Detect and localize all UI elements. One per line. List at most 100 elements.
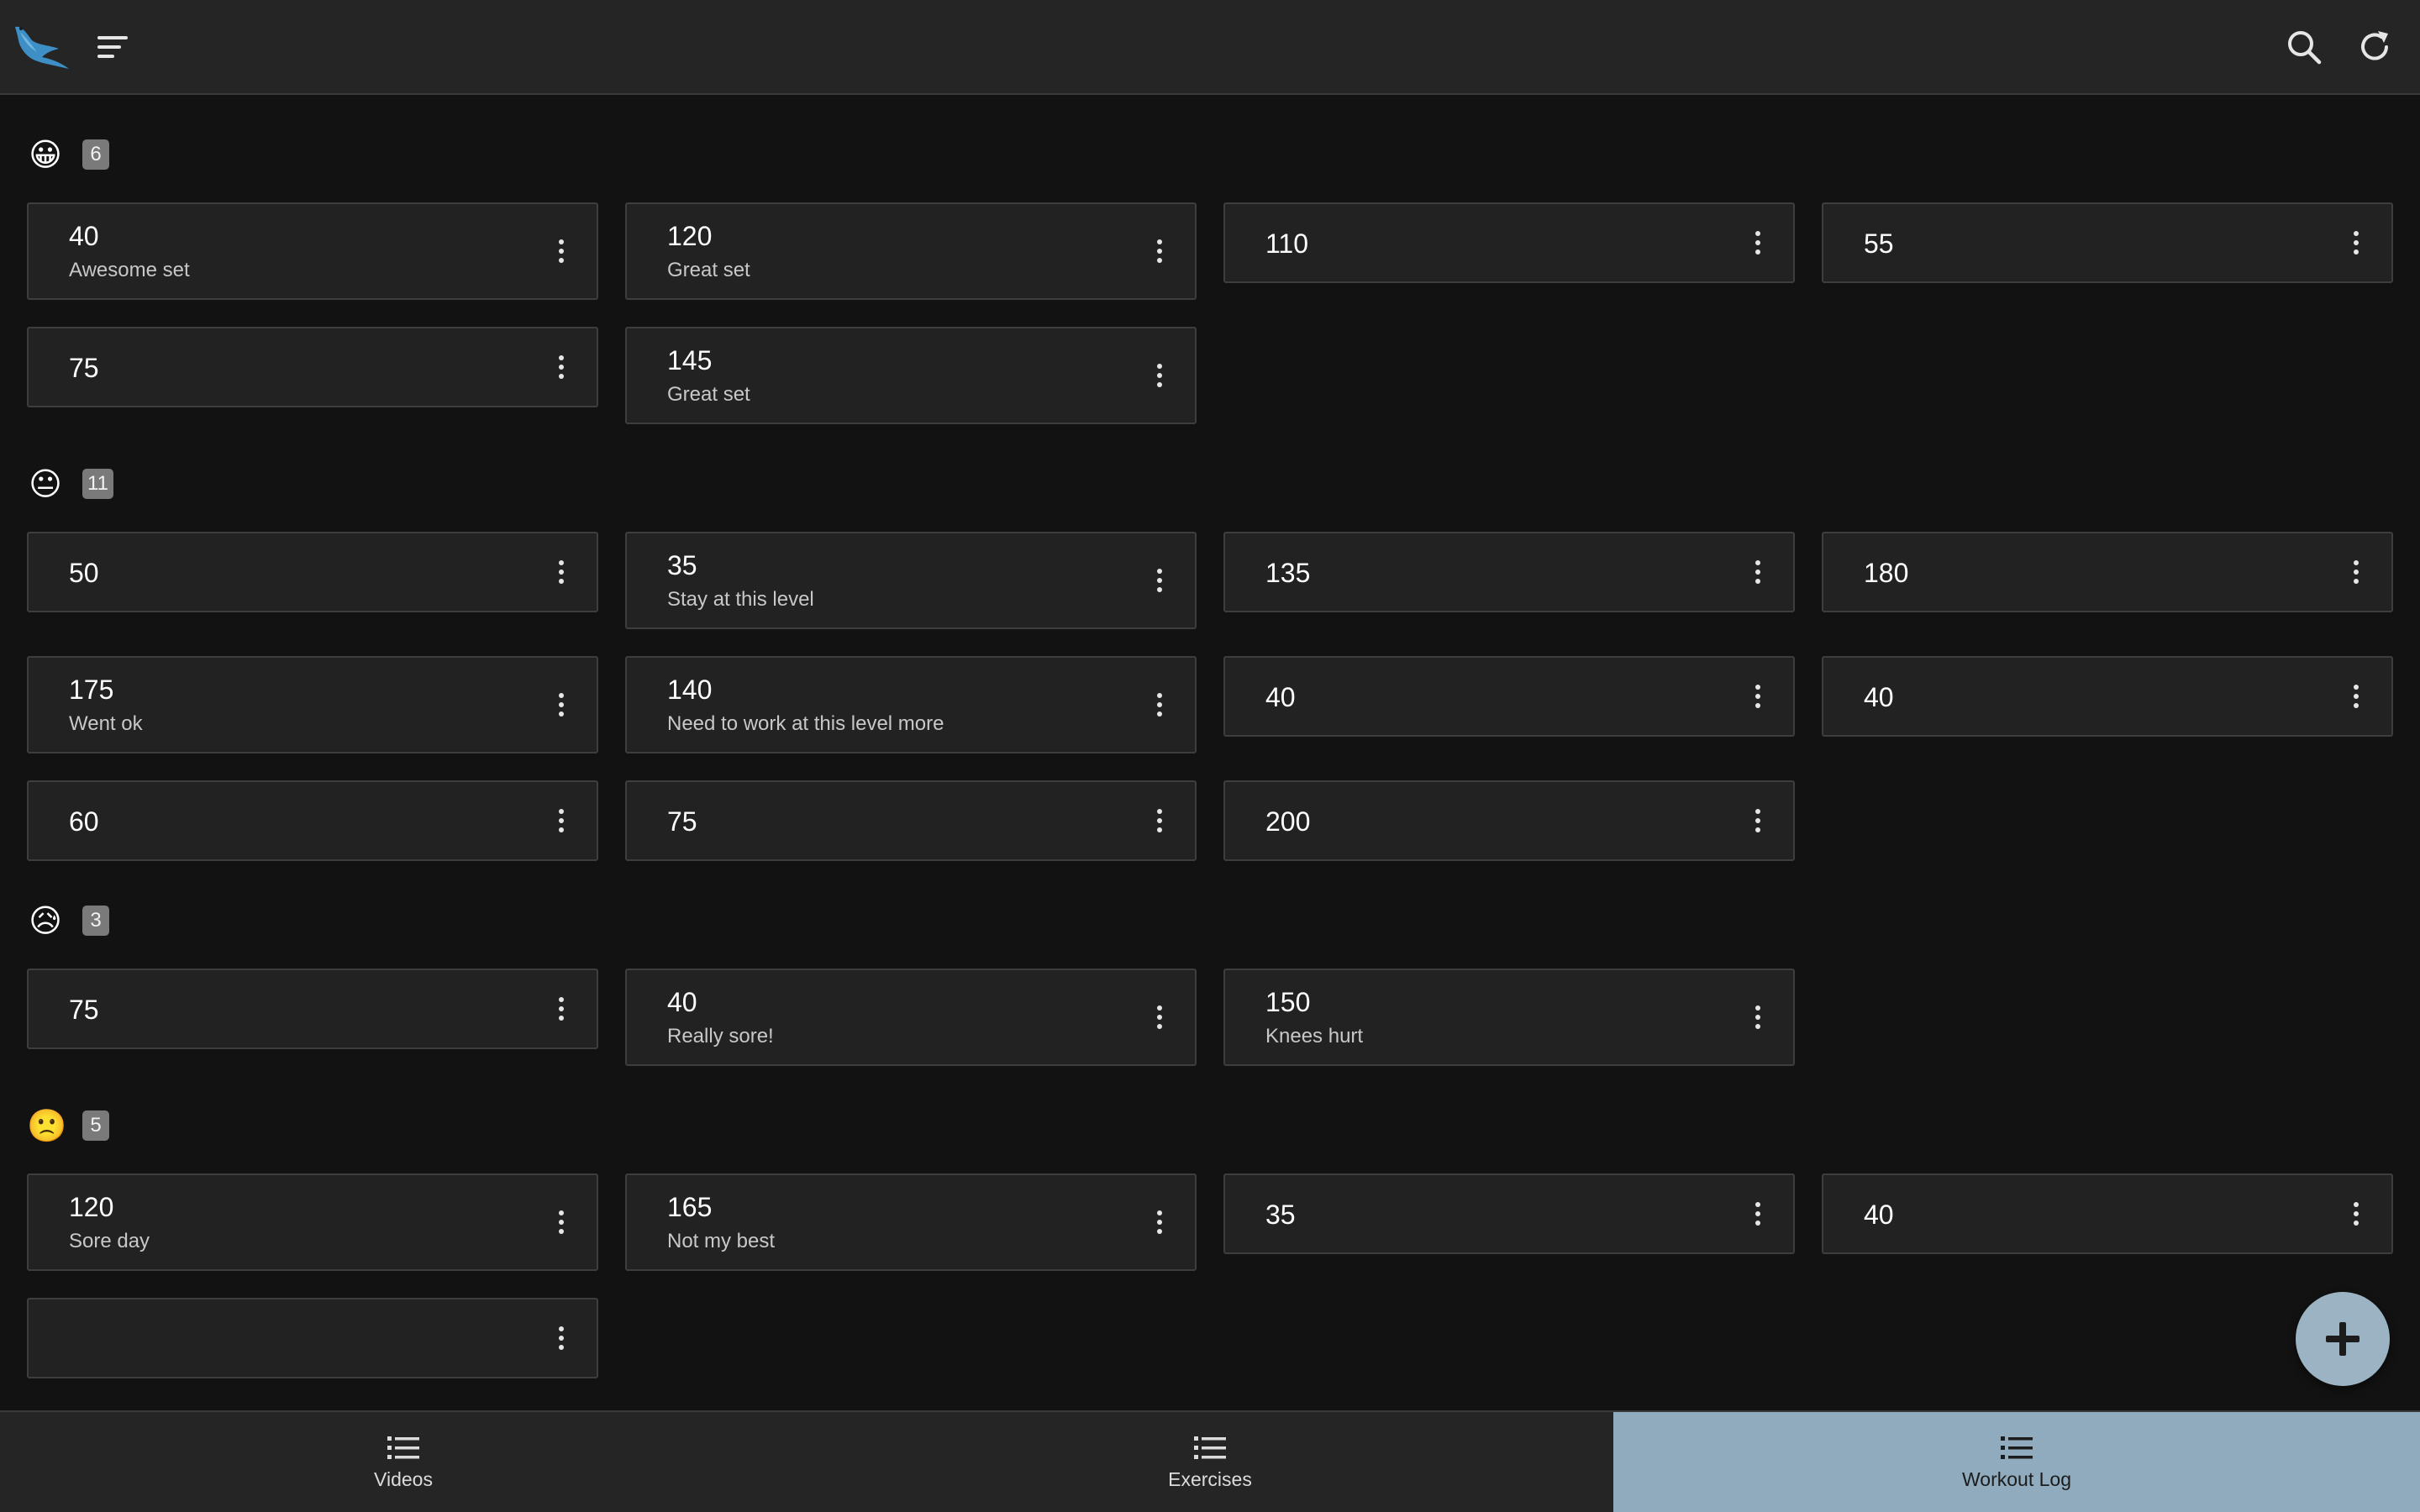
more-vert-icon[interactable]	[1150, 688, 1170, 722]
log-entry-card[interactable]: 75	[27, 327, 598, 407]
nav-workout-log[interactable]: Workout Log	[1613, 1412, 2420, 1512]
entry-value: 40	[1864, 682, 1894, 712]
more-vert-icon[interactable]	[2346, 680, 2366, 713]
entry-note: Great set	[667, 383, 750, 406]
neutral-face-icon: 😐	[29, 465, 62, 502]
more-vert-icon[interactable]	[551, 804, 571, 837]
log-entry-card[interactable]: 110	[1223, 202, 1795, 283]
log-entry-card[interactable]: 75	[625, 780, 1197, 861]
search-button[interactable]	[2282, 25, 2326, 69]
more-vert-icon[interactable]	[1748, 1197, 1768, 1231]
log-entry-card[interactable]: 120 Sore day	[27, 1173, 598, 1271]
log-entry-card[interactable]: 40	[1223, 656, 1795, 737]
entry-value: 120	[69, 1192, 114, 1222]
log-entry-card[interactable]: 150 Knees hurt	[1223, 969, 1795, 1066]
log-entry-card[interactable]: 40 Really sore!	[625, 969, 1197, 1066]
entry-value: 135	[1265, 558, 1311, 588]
count-badge: 6	[82, 139, 109, 170]
sad-relieved-face-icon: 😥	[29, 902, 62, 939]
log-entry-card[interactable]: 40	[1822, 656, 2393, 737]
entry-value: 40	[69, 221, 99, 251]
more-vert-icon[interactable]	[1748, 226, 1768, 260]
log-entry-card[interactable]: 75	[27, 969, 598, 1049]
count-badge: 11	[82, 469, 113, 499]
more-vert-icon[interactable]	[551, 992, 571, 1026]
entry-value: 50	[69, 558, 99, 588]
refresh-button[interactable]	[2353, 25, 2396, 69]
more-vert-icon[interactable]	[1748, 680, 1768, 713]
more-vert-icon[interactable]	[2346, 226, 2366, 260]
more-vert-icon[interactable]	[1150, 234, 1170, 268]
more-vert-icon[interactable]	[1150, 1000, 1170, 1034]
more-vert-icon[interactable]	[1748, 804, 1768, 837]
nav-label: Videos	[374, 1468, 433, 1490]
list-icon	[387, 1436, 419, 1459]
log-entry-card[interactable]: 165 Not my best	[625, 1173, 1197, 1271]
entry-value: 55	[1864, 228, 1894, 259]
grinning-face-icon: 😀	[29, 136, 62, 173]
list-icon	[2001, 1436, 2033, 1459]
more-vert-icon[interactable]	[1150, 359, 1170, 392]
count-badge: 5	[82, 1110, 109, 1141]
log-entry-card[interactable]: 55	[1822, 202, 2393, 283]
entry-value: 145	[667, 345, 713, 375]
more-vert-icon[interactable]	[1748, 1000, 1768, 1034]
more-vert-icon[interactable]	[1150, 804, 1170, 837]
frowning-face-icon: 🙁	[27, 1107, 67, 1144]
rating-group-header: 🙁 5	[27, 1105, 109, 1146]
log-entry-card[interactable]: 120 Great set	[625, 202, 1197, 300]
entry-value: 35	[667, 550, 697, 580]
log-entry-card[interactable]: 180	[1822, 532, 2393, 612]
more-vert-icon[interactable]	[1150, 1205, 1170, 1239]
more-vert-icon[interactable]	[2346, 555, 2366, 589]
entry-value: 140	[667, 675, 713, 705]
entry-note: Stay at this level	[667, 588, 814, 611]
entry-value: 110	[1265, 228, 1309, 259]
more-vert-icon[interactable]	[551, 234, 571, 268]
more-vert-icon[interactable]	[551, 555, 571, 589]
log-entry-card[interactable]: 50	[27, 532, 598, 612]
log-entry-card[interactable]: 175 Went ok	[27, 656, 598, 753]
nav-exercises[interactable]: Exercises	[807, 1412, 1613, 1512]
more-vert-icon[interactable]	[551, 1321, 571, 1355]
nav-label: Exercises	[1168, 1468, 1252, 1490]
menu-button[interactable]	[91, 25, 134, 69]
log-entry-card[interactable]: 145 Great set	[625, 327, 1197, 424]
top-app-bar	[0, 0, 2420, 95]
entry-value: 180	[1864, 558, 1909, 588]
bird-logo-icon	[13, 20, 71, 71]
more-vert-icon[interactable]	[2346, 1197, 2366, 1231]
log-entry-card[interactable]: 200	[1223, 780, 1795, 861]
log-entry-card[interactable]: 40	[1822, 1173, 2393, 1254]
entry-value: 75	[69, 353, 99, 383]
more-vert-icon[interactable]	[551, 350, 571, 384]
entry-value: 150	[1265, 987, 1311, 1017]
log-entry-card[interactable]: 60	[27, 780, 598, 861]
entry-value: 75	[667, 806, 697, 837]
more-vert-icon[interactable]	[1748, 555, 1768, 589]
entry-value: 40	[667, 987, 697, 1017]
entry-note: Went ok	[69, 712, 143, 735]
log-entry-card[interactable]: 35	[1223, 1173, 1795, 1254]
add-entry-button[interactable]	[2296, 1292, 2390, 1386]
log-entry-card[interactable]: 140 Need to work at this level more	[625, 656, 1197, 753]
more-vert-icon[interactable]	[551, 688, 571, 722]
plus-icon	[2326, 1322, 2360, 1356]
log-entry-card[interactable]: 35 Stay at this level	[625, 532, 1197, 629]
entry-value: 35	[1265, 1200, 1296, 1230]
entry-value: 75	[69, 995, 99, 1025]
entry-note: Sore day	[69, 1230, 150, 1252]
more-vert-icon[interactable]	[551, 1205, 571, 1239]
entry-value: 60	[69, 806, 99, 837]
rating-group-header: 😐 11	[27, 464, 113, 504]
nav-videos[interactable]: Videos	[0, 1412, 807, 1512]
more-vert-icon[interactable]	[1150, 564, 1170, 597]
rating-group-header: 😀 6	[27, 134, 109, 175]
entry-note: Not my best	[667, 1230, 776, 1252]
entry-note: Awesome set	[69, 259, 190, 281]
entry-value: 40	[1864, 1200, 1894, 1230]
log-entry-card[interactable]: 135	[1223, 532, 1795, 612]
list-icon	[1194, 1436, 1226, 1459]
log-entry-card[interactable]: 40 Awesome set	[27, 202, 598, 300]
log-entry-card[interactable]	[27, 1298, 598, 1378]
